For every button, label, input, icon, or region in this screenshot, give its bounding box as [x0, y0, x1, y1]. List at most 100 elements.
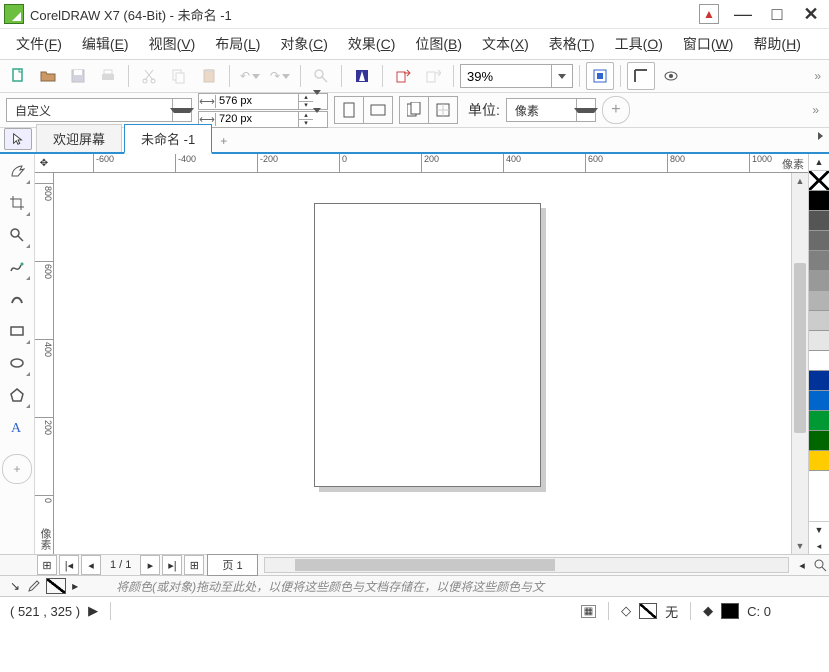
color-swatch[interactable]: [809, 391, 829, 411]
eyedropper-icon[interactable]: [26, 579, 40, 593]
pick-tool-tab[interactable]: [4, 128, 32, 150]
palette-scroll-down[interactable]: ▼: [809, 521, 829, 538]
save-button[interactable]: [64, 62, 92, 90]
close-button[interactable]: ✕: [801, 7, 821, 21]
menu-x[interactable]: 文本(X): [472, 31, 539, 57]
height-up[interactable]: ▴: [299, 112, 313, 120]
color-proof-icon[interactable]: ▦: [581, 605, 596, 618]
first-page-button[interactable]: |◂: [59, 555, 79, 575]
prev-page-button[interactable]: ◂: [81, 555, 101, 575]
object-info-icon[interactable]: ▶: [88, 603, 98, 619]
polygon-tool[interactable]: [2, 380, 32, 410]
apply-all-pages-button[interactable]: [400, 97, 429, 123]
page-preset-combo[interactable]: 自定义: [6, 98, 192, 122]
export-button[interactable]: [419, 62, 447, 90]
add-page-after-button[interactable]: ⊞: [184, 555, 204, 575]
landscape-button[interactable]: [364, 97, 392, 123]
freehand-tool[interactable]: [2, 252, 32, 282]
paste-button[interactable]: [195, 62, 223, 90]
add-tab-button[interactable]: +: [214, 130, 246, 152]
user-avatar-icon[interactable]: ▲: [699, 4, 719, 24]
propbar-overflow-button[interactable]: »: [806, 103, 823, 117]
copy-button[interactable]: [165, 62, 193, 90]
fill-indicator-icon[interactable]: ◇: [621, 603, 631, 619]
apply-current-page-button[interactable]: [429, 97, 457, 123]
color-swatch[interactable]: [809, 231, 829, 251]
color-swatch[interactable]: [809, 291, 829, 311]
next-page-button[interactable]: ▸: [140, 555, 160, 575]
page-height-field[interactable]: ⟷ ▴▾: [198, 111, 328, 128]
unit-dropdown[interactable]: [576, 99, 595, 121]
redo-button[interactable]: ↷: [266, 62, 294, 90]
no-fill-swatch[interactable]: [46, 578, 66, 594]
rectangle-tool[interactable]: [2, 316, 32, 346]
zoom-combo[interactable]: [460, 64, 573, 88]
portrait-button[interactable]: [335, 97, 364, 123]
fill-swatch-none[interactable]: [639, 603, 657, 619]
shape-tool[interactable]: [2, 156, 32, 186]
last-page-button[interactable]: ▸|: [162, 555, 182, 575]
zoom-dropdown-button[interactable]: [551, 65, 572, 87]
crop-tool[interactable]: [2, 188, 32, 218]
color-swatch[interactable]: [809, 411, 829, 431]
hscroll-thumb[interactable]: [295, 559, 555, 571]
color-swatch[interactable]: [809, 371, 829, 391]
page-tab-1[interactable]: 页 1: [207, 554, 257, 576]
ellipse-tool[interactable]: [2, 348, 32, 378]
text-tool[interactable]: A: [2, 412, 32, 442]
add-page-before-button[interactable]: ⊞: [37, 555, 57, 575]
show-hide-button[interactable]: [657, 62, 685, 90]
page-height-input[interactable]: [216, 113, 298, 125]
menu-o[interactable]: 工具(O): [605, 31, 673, 57]
menu-c[interactable]: 效果(C): [338, 31, 405, 57]
search-button[interactable]: [307, 62, 335, 90]
ruler-vertical[interactable]: 像素 8006004002000: [35, 173, 54, 554]
page-preset-dropdown[interactable]: [172, 99, 191, 121]
ruler-horizontal[interactable]: 像素 -600-400-20002004006008001000: [53, 154, 808, 173]
add-preset-button[interactable]: +: [602, 96, 630, 124]
toolbar-overflow-button[interactable]: »: [808, 69, 825, 83]
cut-button[interactable]: [135, 62, 163, 90]
menu-c[interactable]: 对象(C): [270, 31, 337, 57]
drawing-stage[interactable]: [54, 173, 791, 554]
color-swatch[interactable]: [809, 271, 829, 291]
minimize-button[interactable]: —: [733, 7, 753, 21]
ruler-origin[interactable]: ✥: [35, 154, 54, 173]
palette-menu-button[interactable]: ◂: [809, 538, 829, 554]
import-button[interactable]: [389, 62, 417, 90]
palette-scroll-up[interactable]: ▲: [809, 154, 829, 171]
fullscreen-button[interactable]: [586, 62, 614, 90]
rulers-toggle-button[interactable]: [627, 62, 655, 90]
width-down[interactable]: ▾: [299, 102, 313, 109]
color-swatch[interactable]: [809, 351, 829, 371]
menu-v[interactable]: 视图(V): [139, 31, 206, 57]
artistic-media-tool[interactable]: [2, 284, 32, 314]
menu-b[interactable]: 位图(B): [405, 31, 472, 57]
tab-document[interactable]: 未命名 -1: [124, 124, 212, 154]
color-swatch[interactable]: [809, 331, 829, 351]
outline-swatch-black[interactable]: [721, 603, 739, 619]
height-down[interactable]: ▾: [299, 120, 313, 127]
zoom-tool[interactable]: [2, 220, 32, 250]
scroll-up-button[interactable]: ▲: [792, 173, 808, 189]
width-dropdown[interactable]: [313, 95, 327, 107]
tab-welcome[interactable]: 欢迎屏幕: [36, 124, 122, 152]
menu-t[interactable]: 表格(T): [539, 31, 605, 57]
vscroll-thumb[interactable]: [794, 263, 806, 433]
menu-h[interactable]: 帮助(H): [743, 31, 810, 57]
vertical-scrollbar[interactable]: ▲ ▼: [791, 173, 808, 554]
color-swatch[interactable]: [809, 311, 829, 331]
tabs-scroll-right[interactable]: [818, 132, 823, 140]
open-button[interactable]: [34, 62, 62, 90]
eyedropper-left-icon[interactable]: ↘: [10, 579, 20, 593]
new-doc-button[interactable]: [4, 62, 32, 90]
print-button[interactable]: [94, 62, 122, 90]
zoom-input[interactable]: [461, 69, 551, 84]
outline-indicator-icon[interactable]: ◆: [703, 603, 713, 619]
scroll-left-button[interactable]: ◂: [793, 556, 811, 574]
color-swatch[interactable]: [809, 431, 829, 451]
menu-f[interactable]: 文件(F): [6, 31, 72, 57]
undo-button[interactable]: ↶: [236, 62, 264, 90]
color-swatch[interactable]: [809, 191, 829, 211]
page-width-field[interactable]: ⟷ ▴▾: [198, 93, 328, 110]
